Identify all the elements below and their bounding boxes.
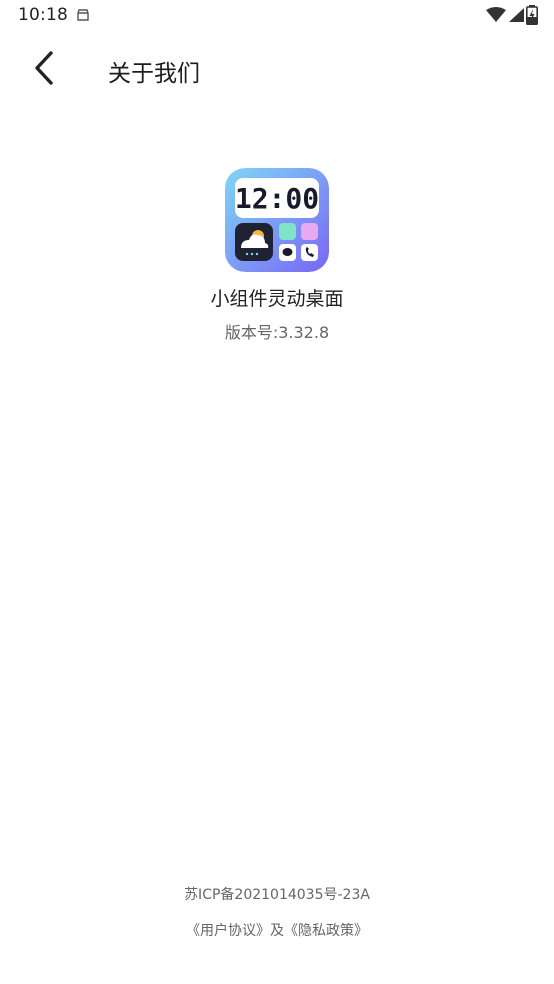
battery-charging-icon bbox=[526, 5, 538, 25]
notification-icon bbox=[76, 7, 90, 21]
toolbar: 关于我们 bbox=[0, 40, 554, 98]
links-conjunction: 及 bbox=[270, 923, 284, 939]
page-title: 关于我们 bbox=[108, 61, 200, 87]
privacy-policy-link[interactable]: 《隐私政策》 bbox=[284, 923, 368, 939]
about-us-screen: 10:18 关于我们 12:00 小组件灵动桌面 版本号:3.32.8 苏ICP… bbox=[0, 0, 554, 984]
wifi-icon bbox=[486, 7, 506, 23]
signal-icon bbox=[508, 7, 524, 23]
logo-clock-text: 12:00 bbox=[235, 182, 319, 215]
user-agreement-link[interactable]: 《用户协议》 bbox=[186, 923, 270, 939]
chevron-left-icon bbox=[35, 51, 53, 85]
icp-license: 苏ICP备2021014035号-23A bbox=[184, 887, 370, 903]
status-time: 10:18 bbox=[18, 5, 68, 25]
status-bar: 10:18 bbox=[0, 0, 554, 32]
app-version: 版本号:3.32.8 bbox=[224, 323, 330, 342]
app-name: 小组件灵动桌面 bbox=[210, 288, 344, 310]
app-logo-icon: 12:00 bbox=[225, 168, 329, 272]
legal-links: 《用户协议》及《隐私政策》 bbox=[0, 920, 554, 940]
back-button[interactable] bbox=[22, 46, 66, 90]
status-icons bbox=[486, 5, 538, 25]
